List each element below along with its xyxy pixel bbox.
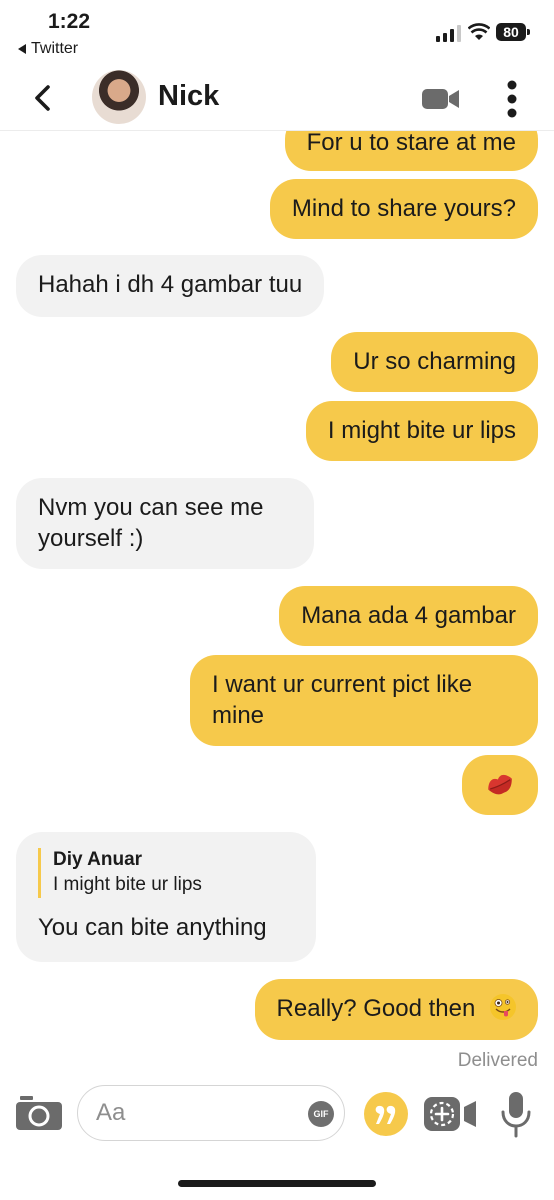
camera-icon[interactable] (16, 1096, 62, 1130)
message-bubble-incoming[interactable]: Nvm you can see me yourself :) (16, 478, 314, 569)
back-app-label: Twitter (31, 40, 79, 57)
message-text: Really? Good then (276, 995, 476, 1022)
home-indicator[interactable] (178, 1180, 376, 1187)
message-bubble-incoming-reply[interactable]: Diy Anuar I might bite ur lips You can b… (16, 832, 316, 962)
zany-face-icon (490, 994, 516, 1020)
quoted-reply[interactable]: Diy Anuar I might bite ur lips (38, 848, 294, 898)
message-text: I might bite ur lips (327, 417, 516, 444)
message-bubble-outgoing[interactable]: Mana ada 4 gambar (279, 586, 538, 646)
kiss-mark-icon (488, 774, 512, 795)
message-list[interactable]: For u to stare at me Mind to share yours… (0, 131, 554, 1047)
message-bubble-outgoing[interactable] (462, 755, 538, 815)
status-bar: 1:22 Twitter 80 (0, 0, 554, 64)
message-text: You can bite anything (38, 914, 267, 941)
chat-header: Nick (0, 64, 554, 131)
message-text: Ur so charming (353, 348, 516, 375)
gif-icon[interactable]: GIF (308, 1101, 334, 1127)
signal-icon (436, 24, 461, 42)
add-video-icon[interactable] (422, 1092, 480, 1136)
back-triangle-icon (18, 44, 26, 54)
contact-name[interactable]: Nick (158, 80, 219, 113)
message-bubble-outgoing[interactable]: For u to stare at me (284, 131, 538, 171)
message-bubble-outgoing[interactable]: Mind to share yours? (269, 179, 538, 239)
delivered-status: Delivered (457, 1050, 538, 1071)
message-text: Nvm you can see me yourself :) (38, 494, 264, 552)
message-text: Mana ada 4 gambar (301, 602, 516, 629)
status-time: 1:22 (48, 10, 91, 33)
message-text: Mind to share yours? (291, 195, 516, 222)
mic-icon[interactable] (500, 1090, 532, 1138)
battery-icon: 80 (496, 23, 526, 41)
back-icon[interactable] (28, 78, 62, 118)
video-call-icon[interactable] (422, 88, 460, 110)
message-composer: Aa GIF (0, 1082, 554, 1152)
wifi-icon (468, 23, 490, 40)
message-bubble-outgoing[interactable]: Really? Good then (254, 979, 538, 1040)
message-bubble-outgoing[interactable]: Ur so charming (331, 332, 538, 392)
quote-icon[interactable] (364, 1092, 408, 1136)
message-bubble-outgoing[interactable]: I might bite ur lips (305, 401, 538, 461)
message-bubble-incoming[interactable]: Hahah i dh 4 gambar tuu (16, 255, 325, 317)
message-text: I want ur current pict like mine (212, 671, 473, 729)
reply-author: Diy Anuar (53, 849, 143, 870)
avatar[interactable] (92, 70, 146, 124)
message-text: For u to stare at me (306, 131, 516, 156)
message-bubble-outgoing[interactable]: I want ur current pict like mine (190, 655, 538, 746)
back-to-app-link[interactable]: Twitter (18, 40, 78, 58)
more-icon[interactable] (506, 80, 518, 118)
message-input-placeholder: Aa (96, 1099, 126, 1126)
message-input[interactable]: Aa GIF (77, 1085, 345, 1141)
battery-tip (527, 29, 530, 35)
reply-text: I might bite ur lips (53, 874, 202, 895)
message-text: Hahah i dh 4 gambar tuu (38, 271, 303, 298)
